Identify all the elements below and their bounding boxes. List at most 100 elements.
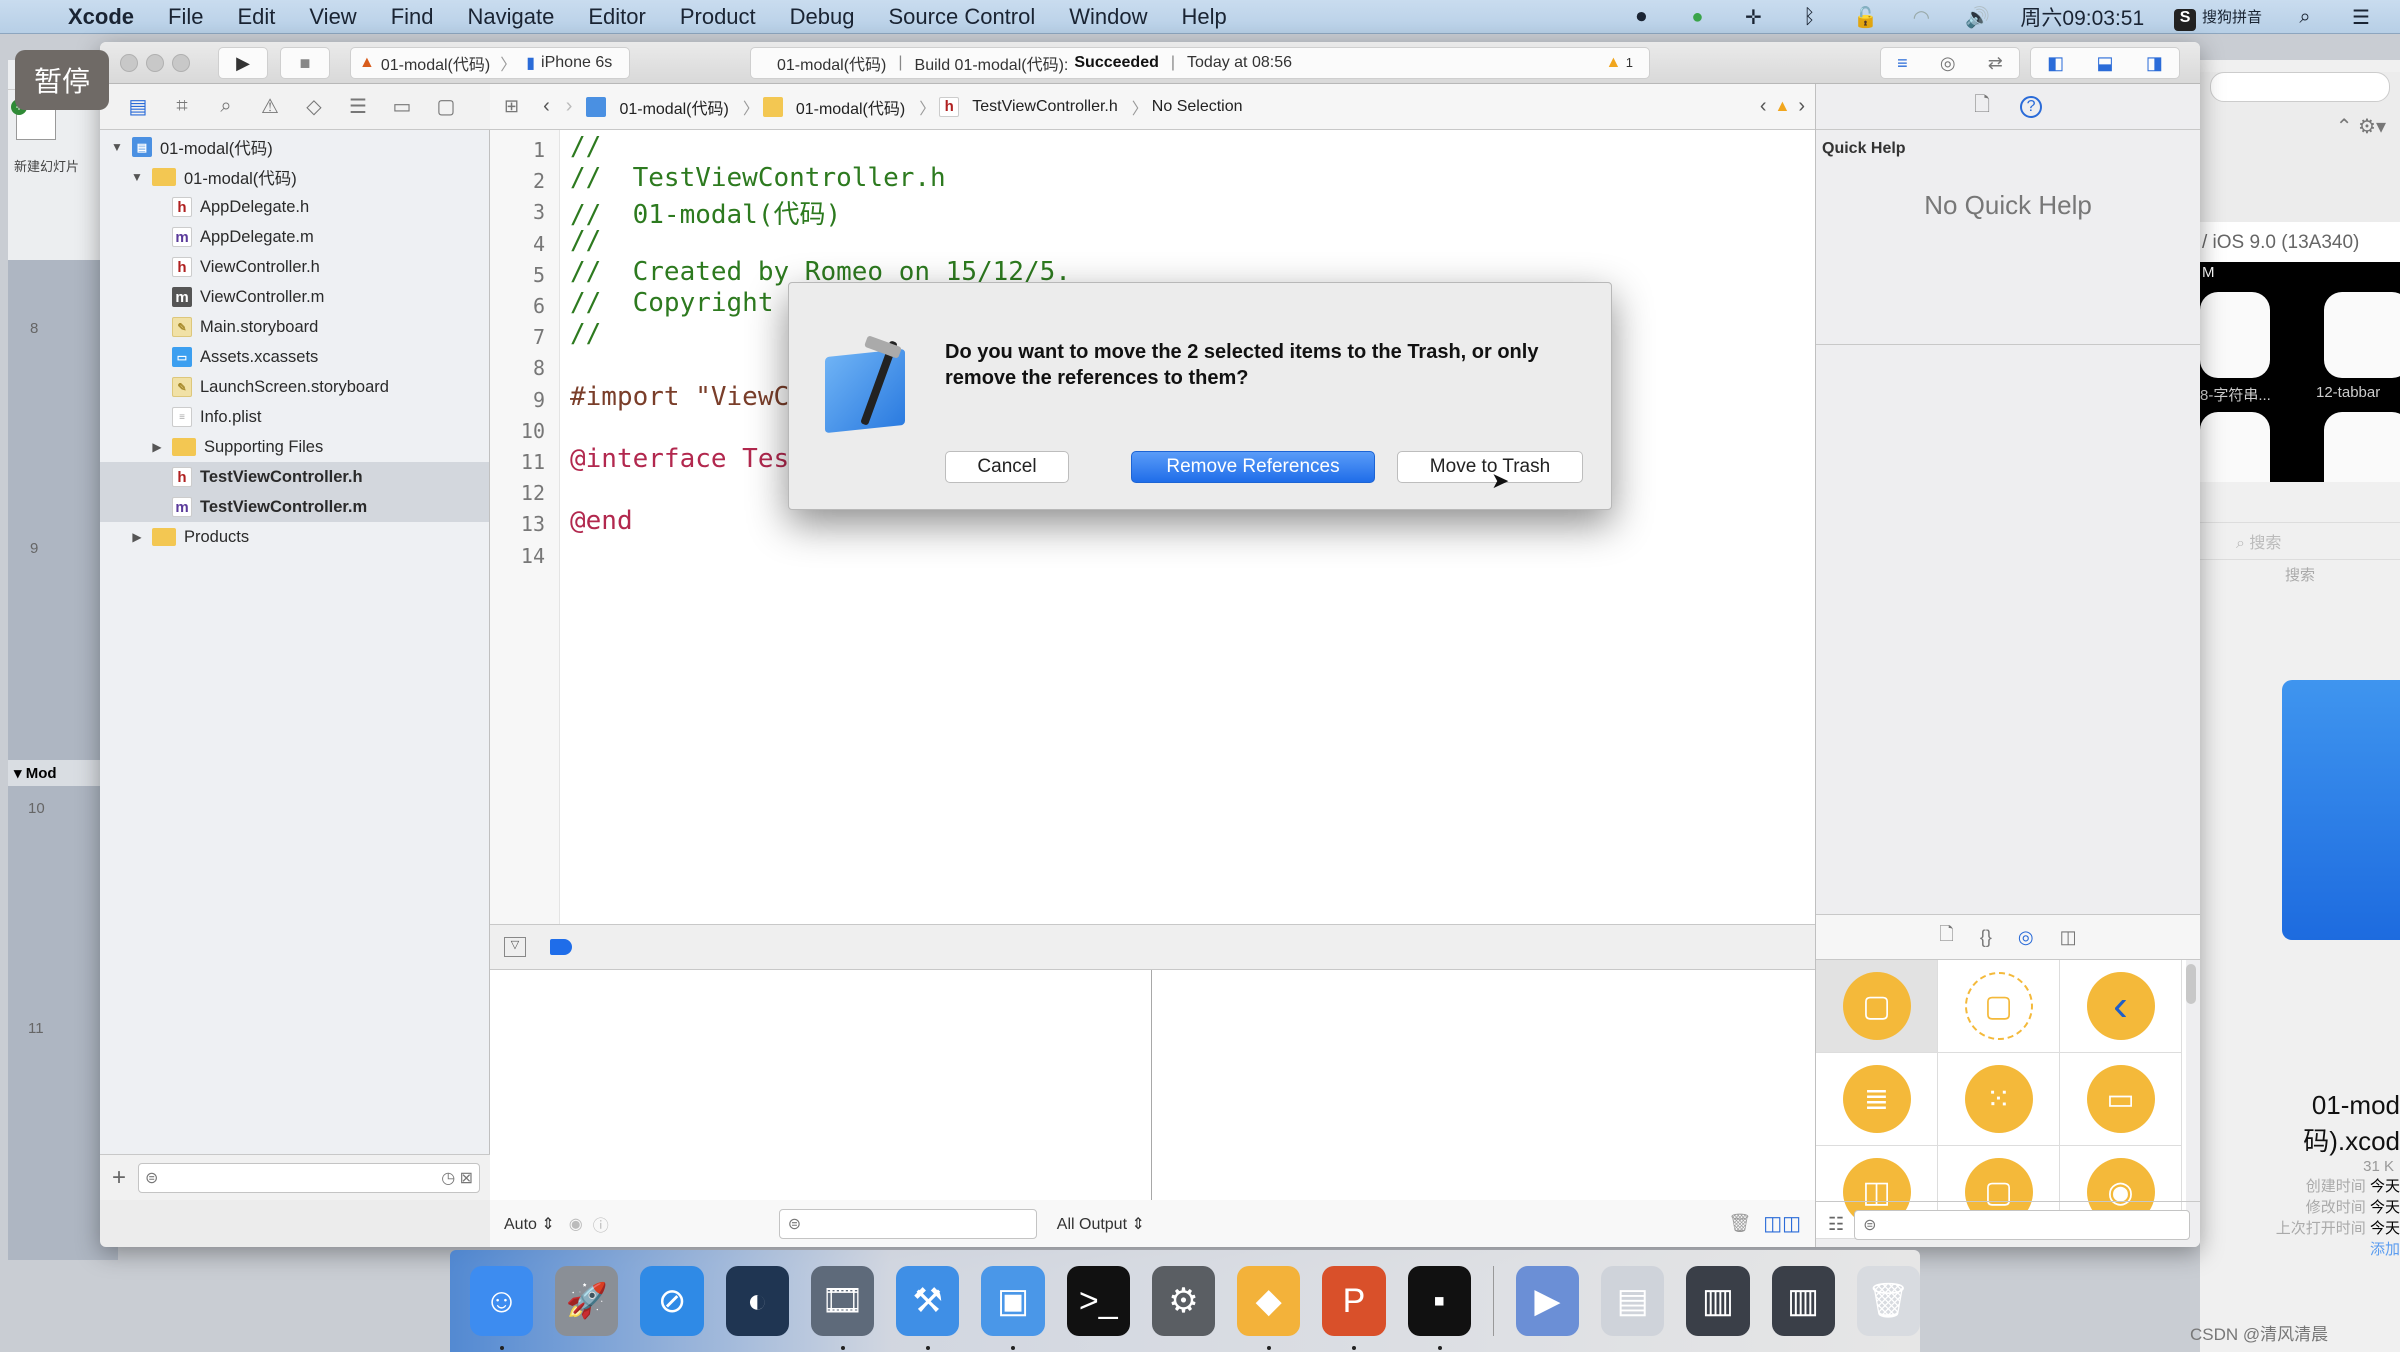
spotlight-search-icon[interactable]: ⌕	[2292, 6, 2318, 28]
library-item-tab-bar-controller[interactable]: ▭	[2060, 1053, 2182, 1146]
run-button[interactable]: ▶	[218, 47, 268, 79]
breadcrumb-group[interactable]: 01-modal(代码)	[762, 95, 905, 119]
library-item-collection-view-controller[interactable]: ⁙	[1938, 1053, 2060, 1146]
disclosure-open-icon[interactable]: ▼	[110, 140, 124, 154]
forward-chevron-icon[interactable]: ›	[566, 95, 573, 118]
toggle-navigator-icon[interactable]: ◧	[2047, 53, 2064, 74]
slide-number[interactable]: 8	[30, 320, 38, 337]
input-method[interactable]: S 搜狗拼音	[2174, 4, 2262, 31]
code-snippet-library-icon[interactable]: {}	[1980, 927, 1992, 948]
code-line[interactable]: //	[570, 319, 601, 349]
finder-search-field[interactable]	[2210, 72, 2390, 102]
split-console-icon[interactable]: ◫◫	[1763, 1211, 1801, 1236]
media-library-icon[interactable]: ◫	[2060, 927, 2077, 948]
wifi-icon[interactable]: ◠	[1908, 6, 1934, 29]
window-minimize-button[interactable]	[146, 54, 164, 72]
issue-navigator-warning-icon[interactable]: ⚠	[258, 95, 282, 119]
test-navigator-icon[interactable]: ◇	[302, 95, 326, 119]
code-line[interactable]: @interface Tes	[570, 444, 789, 474]
warning-badge[interactable]: ▲ 1	[1605, 54, 1633, 72]
navigator-filter-field[interactable]: ⊜ ◷ ⊠	[138, 1162, 480, 1193]
media-play-icon[interactable]: ●	[1684, 6, 1710, 28]
code-line[interactable]: // Copyright	[570, 288, 774, 318]
project-navigator-folder-icon[interactable]: ▤	[126, 95, 150, 119]
new-slide-icon[interactable]: +	[11, 99, 56, 140]
tree-item[interactable]: ✎ Main.storyboard	[100, 312, 489, 342]
screen-record-icon[interactable]: ⏺	[1628, 6, 1654, 28]
tree-item[interactable]: ▭ Assets.xcassets	[100, 342, 489, 372]
variables-filter-field[interactable]: ⊜	[778, 1208, 1037, 1239]
code-line[interactable]: #import "ViewC	[570, 382, 789, 412]
plus-move-icon[interactable]: ✛	[1740, 6, 1766, 29]
tree-item[interactable]: m ViewController.m	[100, 282, 489, 312]
app-icon[interactable]	[2324, 292, 2400, 378]
variables-view[interactable]	[490, 970, 1152, 1200]
breadcrumb-symbol[interactable]: No Selection	[1152, 98, 1243, 116]
cancel-button[interactable]: Cancel	[945, 451, 1069, 483]
slide-number[interactable]: 10	[28, 800, 45, 817]
code-line[interactable]: // 01-modal(代码)	[570, 194, 841, 231]
disclosure-closed-icon[interactable]: ▶	[150, 440, 164, 454]
breadcrumb-project[interactable]: 01-modal(代码)	[586, 95, 729, 119]
quicklook-eye-icon[interactable]: ◉	[569, 1214, 583, 1234]
dock-system-preferences-icon[interactable]: ⚙	[1151, 1266, 1216, 1336]
tree-item[interactable]: ▼ 01-modal(代码)	[100, 162, 489, 192]
code-line[interactable]: //	[570, 226, 601, 256]
find-navigator-search-icon[interactable]: ⌕	[214, 95, 238, 119]
code-line[interactable]: //	[570, 132, 601, 162]
tree-item[interactable]: ▼ ▤ 01-modal(代码)	[100, 132, 489, 162]
issue-warning-icon[interactable]: ▲	[1774, 98, 1790, 116]
console-view[interactable]	[1152, 970, 1815, 1200]
variables-scope-select[interactable]: Auto ⇕	[504, 1214, 555, 1234]
back-chevron-icon[interactable]: ‹	[543, 95, 550, 118]
sim-search-field[interactable]: ⌕ 搜索	[2200, 522, 2400, 560]
menu-app-name[interactable]: Xcode	[68, 4, 134, 30]
dock-finder-icon[interactable]: ☺	[470, 1266, 534, 1350]
dock-console-icon[interactable]: ▪	[1407, 1266, 1471, 1350]
scheme-selector[interactable]: ▲ 01-modal(代码) 〉 ▮ iPhone 6s	[350, 47, 630, 79]
slide-number[interactable]: 11	[28, 1020, 44, 1037]
tree-item[interactable]: ≡ Info.plist	[100, 402, 489, 432]
dock-document-stack-icon[interactable]: ▤	[1601, 1266, 1665, 1336]
source-editor[interactable]: 1 2 3 4 5 6 7 8 9 10 11 12 13 14 //// TestViewControl…	[490, 130, 1815, 924]
tree-item[interactable]: ▶ Products	[100, 522, 489, 552]
disclosure-open-icon[interactable]: ▼	[130, 170, 144, 184]
dock-preview-media-icon[interactable]: ▶	[1515, 1266, 1580, 1336]
dock-trash-icon[interactable]: 🗑	[1856, 1266, 1920, 1336]
stop-button[interactable]: ■	[280, 47, 330, 79]
tree-item[interactable]: h AppDelegate.h	[100, 192, 489, 222]
volume-icon[interactable]: 🔊	[1964, 6, 1990, 29]
menu-navigate[interactable]: Navigate	[468, 4, 555, 30]
dock-screenshot-1-icon[interactable]: ▥	[1686, 1266, 1750, 1336]
clock[interactable]: 周六09:03:51	[2020, 2, 2144, 32]
code-line[interactable]: @end	[570, 506, 633, 536]
add-file-plus-icon[interactable]: +	[112, 1164, 126, 1192]
menu-product[interactable]: Product	[680, 4, 756, 30]
tree-item[interactable]: h ViewController.h	[100, 252, 489, 282]
app-icon[interactable]	[2200, 412, 2270, 482]
console-output-select[interactable]: All Output ⇕	[1057, 1214, 1145, 1234]
dock-mouse-app-icon[interactable]: ◐	[725, 1266, 789, 1336]
code-line[interactable]: // TestViewController.h	[570, 163, 946, 193]
tree-item[interactable]: ✎ LaunchScreen.storyboard	[100, 372, 489, 402]
dock-safari-icon[interactable]: ⊘	[640, 1266, 704, 1336]
tree-item[interactable]: m TestViewController.m	[100, 492, 489, 522]
lock-icon[interactable]: 🔓	[1852, 6, 1878, 29]
app-icon[interactable]	[2324, 412, 2400, 482]
add-tag-link[interactable]: 添加	[2200, 1238, 2400, 1259]
dock-xcode-icon[interactable]: ⚒	[896, 1266, 960, 1350]
menu-source-control[interactable]: Source Control	[889, 4, 1036, 30]
menu-window[interactable]: Window	[1069, 4, 1147, 30]
library-filter-field[interactable]: ⊜	[1854, 1209, 2190, 1240]
next-issue-chevron-icon[interactable]: ›	[1798, 95, 1805, 118]
dock-terminal-icon[interactable]: >_	[1066, 1266, 1130, 1336]
tree-item[interactable]: h TestViewController.h	[100, 462, 489, 492]
file-inspector-icon[interactable]: 🗋	[1974, 90, 1990, 124]
breakpoint-navigator-icon[interactable]: ▭	[390, 95, 414, 119]
finder-action-gear-icon[interactable]: ⌃ ⚙▾	[2200, 114, 2400, 139]
symbol-navigator-icon[interactable]: ⌗	[170, 95, 194, 119]
object-library-icon[interactable]: ◎	[2018, 927, 2034, 948]
pause-overlay-button[interactable]: 暂停	[15, 50, 109, 110]
info-icon[interactable]: ⓘ	[593, 1212, 609, 1236]
notification-center-icon[interactable]: ☰	[2348, 6, 2374, 29]
